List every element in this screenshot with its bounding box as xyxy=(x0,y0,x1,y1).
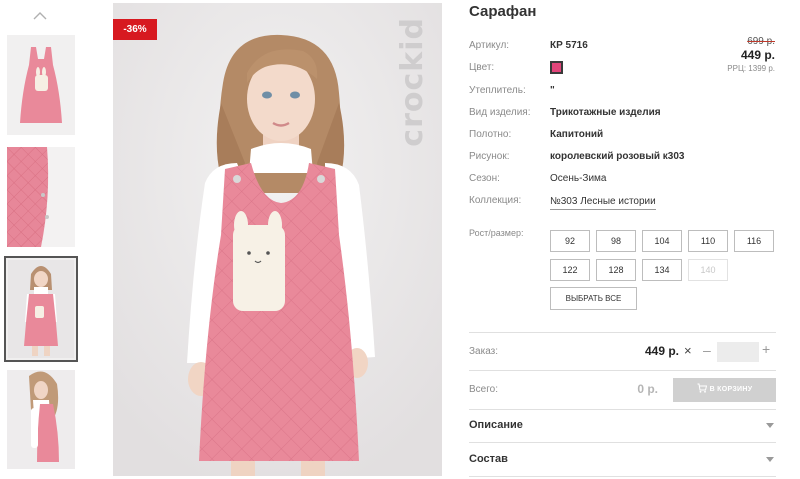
quantity-decrease-button[interactable]: – xyxy=(703,342,711,358)
thumbnail-fabric-detail[interactable] xyxy=(7,147,75,247)
accordion-description[interactable]: Описание xyxy=(469,410,776,442)
thumbnail-girl-front-selected[interactable] xyxy=(4,256,78,362)
accordion-label: Состав xyxy=(469,453,508,465)
size-option-92[interactable]: 92 xyxy=(550,230,590,252)
size-option-98[interactable]: 98 xyxy=(596,230,636,252)
divider xyxy=(469,370,776,371)
attr-label: Артикул: xyxy=(469,40,510,51)
old-price: 699 р. xyxy=(747,36,775,47)
chevron-up-icon[interactable] xyxy=(33,9,47,23)
attr-value: королевский розовый к303 xyxy=(550,151,685,162)
attr-label: Вид изделия: xyxy=(469,107,531,118)
main-product-image[interactable]: crockid xyxy=(113,3,442,476)
size-option-140-unavailable: 140 xyxy=(688,259,728,281)
collection-link[interactable]: №303 Лесные истории xyxy=(550,194,656,210)
attr-label: Полотно: xyxy=(469,129,512,140)
quantity-increase-button[interactable]: + xyxy=(762,341,770,357)
attr-label: Сезон: xyxy=(469,173,500,184)
size-option-134[interactable]: 134 xyxy=(642,259,682,281)
divider xyxy=(469,442,776,443)
remove-icon[interactable]: × xyxy=(684,343,692,358)
chevron-down-icon xyxy=(766,423,774,428)
color-swatch[interactable] xyxy=(550,61,563,74)
attr-label: Цвет: xyxy=(469,62,495,73)
order-price: 449 р. xyxy=(644,344,679,358)
size-option-110[interactable]: 110 xyxy=(688,230,728,252)
accordion-composition[interactable]: Состав xyxy=(469,444,776,476)
size-option-116[interactable]: 116 xyxy=(734,230,774,252)
attr-value: " xyxy=(550,85,555,96)
color-swatch-wrap xyxy=(550,58,563,82)
recommended-retail-price: РРЦ: 1399 р. xyxy=(727,64,775,73)
thumbnail-girl-side[interactable] xyxy=(7,370,75,469)
attr-value: Осень-Зима xyxy=(550,173,607,184)
thumbnail-gallery xyxy=(0,0,82,479)
cart-icon xyxy=(697,383,707,393)
attr-label: Рисунок: xyxy=(469,151,510,162)
price-block: 699 р. 449 р. РРЦ: 1399 р. xyxy=(727,36,775,74)
brand-watermark: crockid xyxy=(395,17,430,147)
size-label: Рост/размер: xyxy=(469,228,524,238)
size-option-122[interactable]: 122 xyxy=(550,259,590,281)
attr-value: КР 5716 xyxy=(550,40,588,51)
size-option-104[interactable]: 104 xyxy=(642,230,682,252)
thumbnail-dress-front[interactable] xyxy=(7,35,75,135)
attr-value: Капитоний xyxy=(550,129,604,140)
accordion-label: Описание xyxy=(469,419,523,431)
add-to-cart-button[interactable]: В КОРЗИНУ xyxy=(673,378,776,402)
total-value: 0 р. xyxy=(637,382,658,396)
attr-label: Утеплитель: xyxy=(469,85,526,96)
divider xyxy=(469,476,776,477)
attr-value: Трикотажные изделия xyxy=(550,107,661,118)
discount-badge: -36% xyxy=(113,19,157,40)
chevron-down-icon xyxy=(766,457,774,462)
divider xyxy=(469,332,776,333)
select-all-sizes-button[interactable]: ВЫБРАТЬ ВСЕ xyxy=(550,287,637,310)
product-title: Сарафан xyxy=(469,3,537,20)
add-to-cart-label: В КОРЗИНУ xyxy=(709,386,753,393)
attr-label: Коллекция: xyxy=(469,195,522,206)
current-price: 449 р. xyxy=(740,48,775,62)
quantity-input[interactable] xyxy=(717,342,759,362)
size-option-128[interactable]: 128 xyxy=(596,259,636,281)
girl-in-pink-sarafan-photo xyxy=(113,3,442,476)
order-label: Заказ: xyxy=(469,346,499,357)
total-label: Всего: xyxy=(469,384,498,395)
